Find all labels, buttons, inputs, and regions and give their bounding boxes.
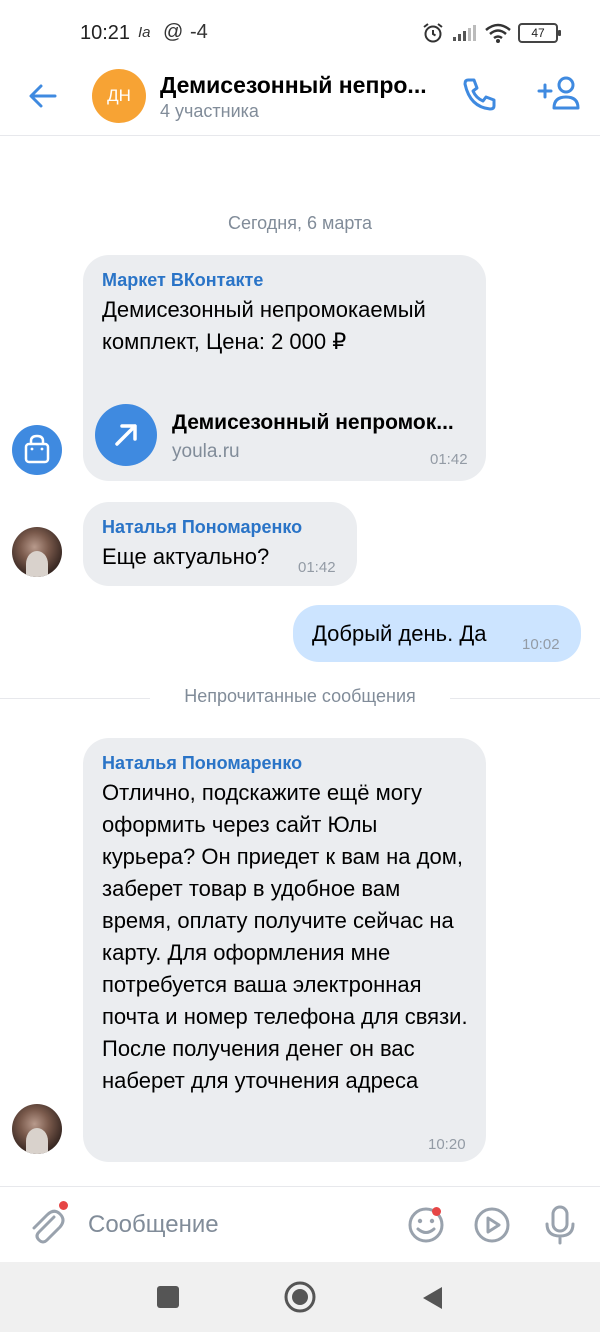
date-separator: Сегодня, 6 марта (227, 213, 373, 233)
emoji-notification-dot (432, 1207, 441, 1216)
sender-avatar[interactable] (12, 1104, 62, 1154)
system-nav-bar (0, 1262, 600, 1332)
chat-title[interactable]: Демисезонный непро... (160, 72, 427, 99)
triangle-back-icon (423, 1287, 442, 1309)
sender-avatar[interactable] (12, 527, 62, 577)
status-temperature: -4 (190, 21, 208, 43)
chat-members-count[interactable]: 4 участника (160, 101, 259, 122)
message-time: 10:02 (522, 636, 560, 653)
status-time: 10:21 (80, 22, 131, 44)
chat-header: ДН Демисезонный непро... 4 участника (0, 64, 600, 136)
market-avatar[interactable] (12, 425, 62, 475)
message-time: 01:42 (298, 559, 336, 576)
message-bubble[interactable]: Маркет ВКонтакте Демисезонный непромокае… (83, 255, 486, 481)
wifi-icon (485, 23, 511, 43)
message-sender[interactable]: Наталья Пономаренко (102, 753, 302, 774)
message-time: 01:42 (430, 451, 468, 468)
at-icon: @ (163, 21, 184, 43)
voice-message-button[interactable] (540, 1203, 580, 1247)
recent-apps-button[interactable] (157, 1286, 179, 1308)
arrow-left-icon (29, 84, 57, 108)
message-time: 10:20 (428, 1136, 466, 1153)
message-text: Еще актуально? (102, 544, 270, 569)
outgoing-message-bubble[interactable]: Добрый день. Да 10:02 (293, 605, 581, 662)
play-circle-icon (474, 1207, 510, 1243)
message-bubble[interactable]: Наталья Пономаренко Отлично, подскажите … (83, 738, 486, 1162)
attach-notification-dot (59, 1201, 68, 1210)
system-back-button[interactable] (420, 1284, 446, 1312)
signal-icon (453, 25, 476, 41)
home-button[interactable] (283, 1280, 317, 1314)
phone-icon (463, 78, 496, 111)
link-preview-icon[interactable] (95, 404, 157, 466)
call-button[interactable] (458, 72, 502, 116)
add-member-button[interactable] (536, 72, 584, 116)
message-text: Демисезонный непромокаемый комплект, Цен… (102, 297, 426, 354)
link-preview-title[interactable]: Демисезонный непромок... (172, 411, 454, 435)
back-button[interactable] (24, 76, 64, 116)
emoji-button[interactable] (406, 1205, 446, 1245)
message-text: Отлично, подскажите ещё могу оформить че… (102, 780, 468, 1093)
message-input[interactable] (88, 1207, 388, 1243)
battery-indicator: 47 (518, 23, 561, 43)
alarm-icon (423, 23, 443, 43)
attach-button[interactable] (24, 1201, 68, 1247)
message-composer (0, 1186, 600, 1262)
status-extra-indicator: Ia (138, 24, 151, 41)
chat-avatar[interactable]: ДН (92, 69, 146, 123)
home-circle-icon (284, 1281, 316, 1313)
message-text: Добрый день. Да (312, 621, 487, 646)
add-user-icon (537, 76, 580, 110)
status-bar: 10:21 Ia @ -4 47 (0, 0, 600, 64)
arrow-up-right-icon (115, 424, 137, 446)
message-sender[interactable]: Маркет ВКонтакте (102, 270, 263, 291)
shopping-bag-icon (24, 434, 50, 464)
unread-label: Непрочитанные сообщения (150, 686, 450, 707)
message-bubble[interactable]: Наталья Пономаренко Еще актуально? 01:42 (83, 502, 357, 586)
message-sender[interactable]: Наталья Пономаренко (102, 517, 302, 538)
link-preview-domain: youla.ru (172, 441, 240, 462)
video-message-button[interactable] (472, 1205, 512, 1245)
microphone-icon (545, 1205, 575, 1245)
